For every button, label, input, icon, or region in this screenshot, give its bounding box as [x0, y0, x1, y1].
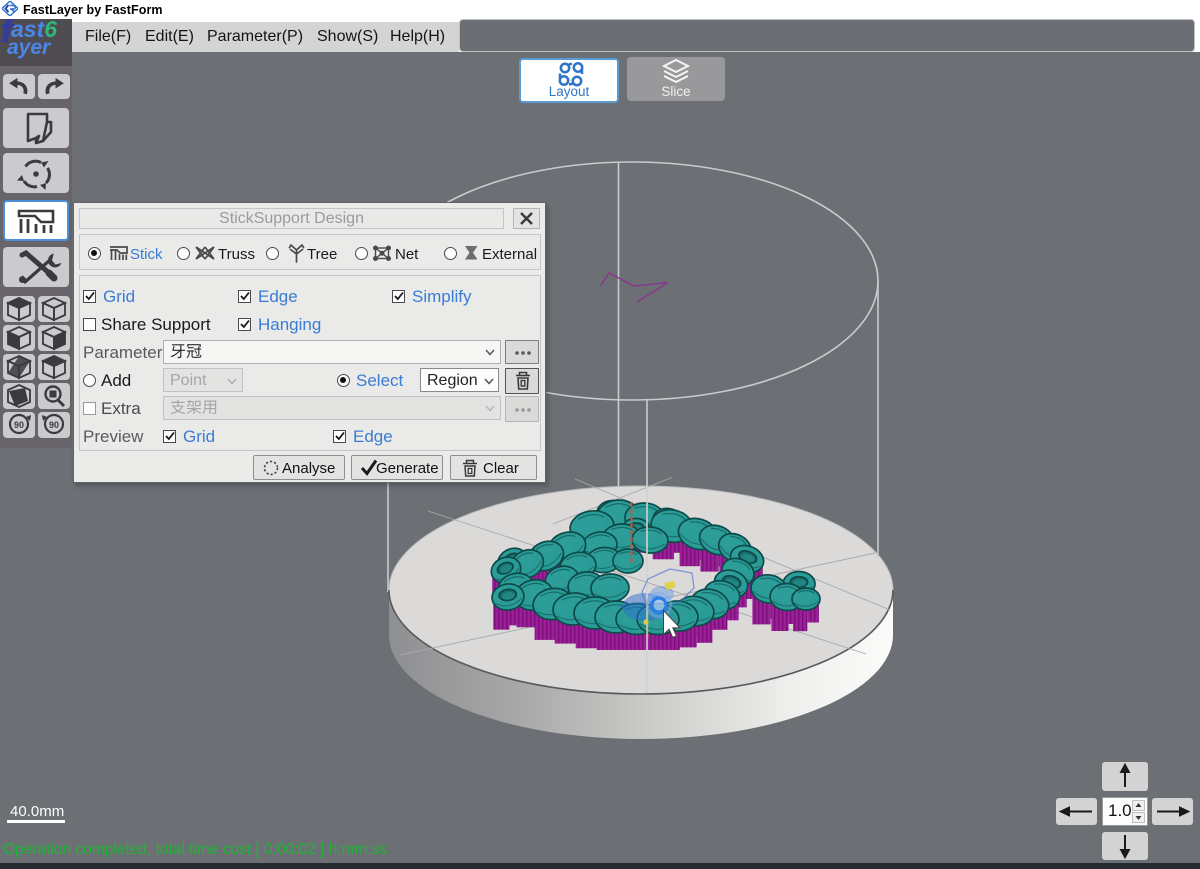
svg-text:90: 90	[14, 420, 24, 430]
svg-text:90: 90	[49, 420, 59, 430]
